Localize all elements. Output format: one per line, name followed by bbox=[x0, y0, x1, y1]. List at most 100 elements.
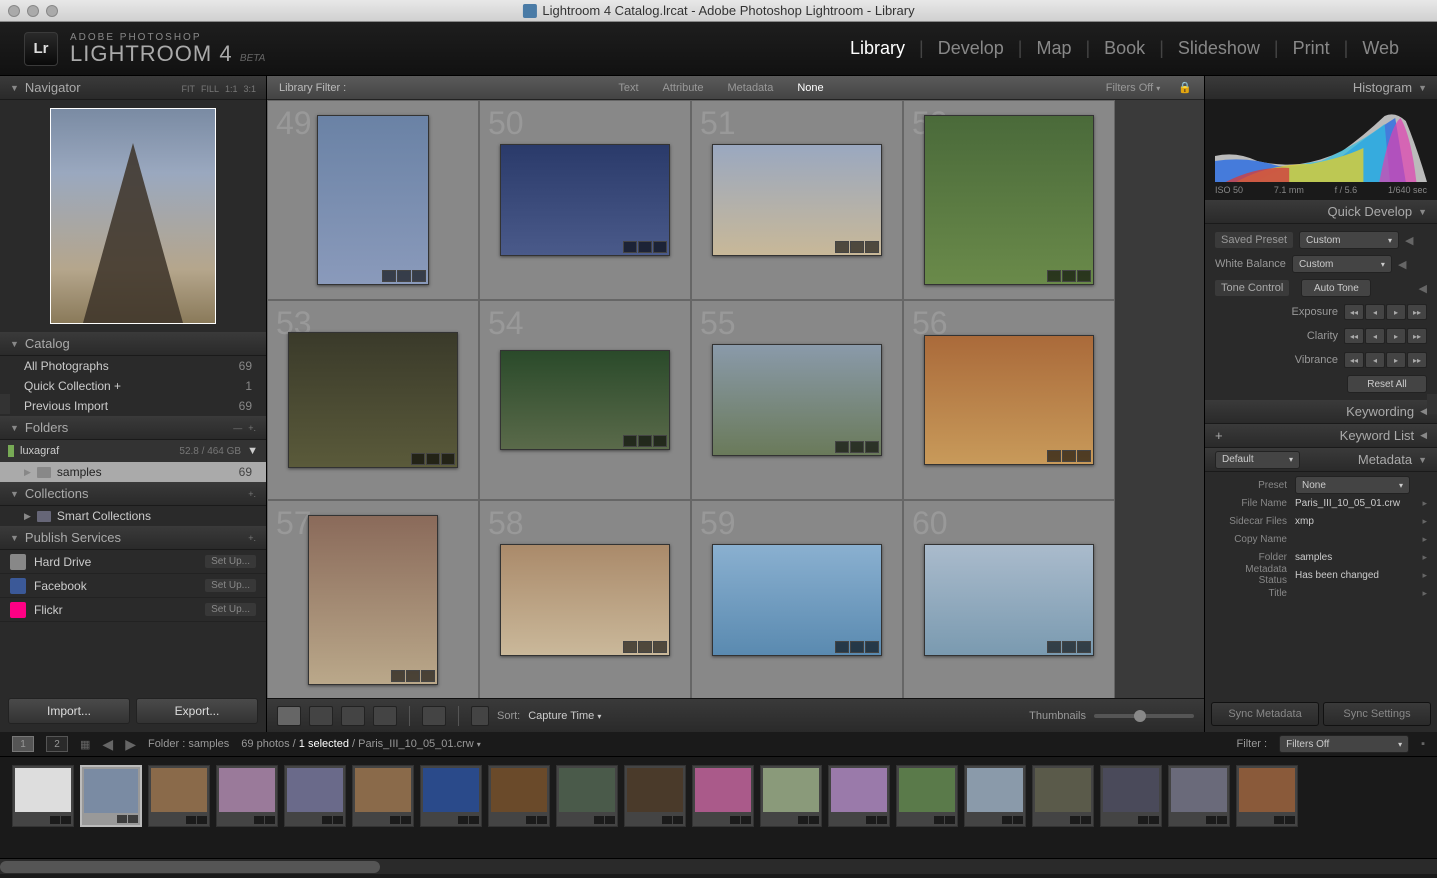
grid-cell[interactable]: 51 bbox=[691, 100, 903, 300]
thumb-badge-icon[interactable] bbox=[1077, 450, 1091, 462]
thumb-badge-icon[interactable] bbox=[1077, 641, 1091, 653]
thumb-badge-icon[interactable] bbox=[865, 441, 879, 453]
filmstrip-scrollbar[interactable] bbox=[0, 858, 1437, 874]
loupe-view-icon[interactable] bbox=[309, 706, 333, 726]
thumb-badge-icon[interactable] bbox=[835, 641, 849, 653]
thumb-badge-icon[interactable] bbox=[865, 641, 879, 653]
badge-icon[interactable] bbox=[1149, 816, 1159, 824]
next-arrow-icon[interactable]: ▶ bbox=[125, 736, 136, 753]
metadata-view-dropdown[interactable]: Default▾ bbox=[1215, 451, 1300, 469]
badge-icon[interactable] bbox=[934, 816, 944, 824]
thumb-badge-icon[interactable] bbox=[406, 670, 420, 682]
publish-service-item[interactable]: Hard DriveSet Up... bbox=[0, 550, 266, 574]
badge-icon[interactable] bbox=[798, 816, 808, 824]
folder-item[interactable]: ▶samples69 bbox=[0, 462, 266, 482]
thumb-badge-icon[interactable] bbox=[653, 641, 667, 653]
monitor-2-button[interactable]: 2 bbox=[46, 736, 68, 752]
grid-view-icon[interactable] bbox=[277, 706, 301, 726]
setup-button[interactable]: Set Up... bbox=[205, 603, 256, 616]
module-web[interactable]: Web bbox=[1348, 38, 1413, 59]
filmstrip-thumb[interactable] bbox=[284, 765, 346, 827]
reset-all-button[interactable]: Reset All bbox=[1347, 375, 1427, 393]
badge-icon[interactable] bbox=[61, 816, 71, 824]
goto-arrow-icon[interactable]: ▸ bbox=[1422, 570, 1427, 581]
grid-cell[interactable]: 52 bbox=[903, 100, 1115, 300]
filters-off-toggle[interactable]: Filters Off ▾ bbox=[1096, 82, 1171, 94]
navigator-preview[interactable] bbox=[0, 100, 266, 332]
metadata-value[interactable]: samples bbox=[1295, 552, 1422, 563]
folders-minus-icon[interactable]: — bbox=[233, 423, 242, 433]
sort-direction-icon[interactable] bbox=[471, 706, 489, 726]
thumb-badge-icon[interactable] bbox=[835, 241, 849, 253]
thumbnail-image[interactable] bbox=[924, 115, 1094, 285]
right-panel-toggle[interactable] bbox=[1427, 394, 1437, 414]
thumbnail-image[interactable] bbox=[500, 144, 670, 256]
badge-icon[interactable] bbox=[673, 816, 683, 824]
thumb-badge-icon[interactable] bbox=[382, 270, 396, 282]
thumb-badge-icon[interactable] bbox=[623, 435, 637, 447]
saved-preset-dropdown[interactable]: Custom▾ bbox=[1299, 231, 1399, 249]
module-book[interactable]: Book bbox=[1090, 38, 1159, 59]
close-icon[interactable] bbox=[8, 5, 20, 17]
grid-cell[interactable]: 50 bbox=[479, 100, 691, 300]
badge-icon[interactable] bbox=[254, 816, 264, 824]
publish-header[interactable]: ▼ Publish Services +. bbox=[0, 526, 266, 550]
badge-icon[interactable] bbox=[809, 816, 819, 824]
thumb-badge-icon[interactable] bbox=[1077, 270, 1091, 282]
badge-icon[interactable] bbox=[945, 816, 955, 824]
vibrance-steppers[interactable]: ◂◂◂▸▸▸ bbox=[1344, 352, 1427, 368]
goto-arrow-icon[interactable]: ▸ bbox=[1422, 534, 1427, 545]
thumb-badge-icon[interactable] bbox=[865, 241, 879, 253]
filter-tab-metadata[interactable]: Metadata bbox=[717, 82, 783, 94]
left-panel-toggle[interactable] bbox=[0, 394, 10, 414]
histogram-header[interactable]: Histogram ▼ bbox=[1205, 76, 1437, 100]
export-button[interactable]: Export... bbox=[136, 698, 258, 724]
goto-arrow-icon[interactable]: ▸ bbox=[1422, 588, 1427, 599]
grid-cell[interactable]: 60 bbox=[903, 500, 1115, 698]
filmstrip-thumb[interactable] bbox=[828, 765, 890, 827]
thumbnail-image[interactable] bbox=[712, 544, 882, 656]
badge-icon[interactable] bbox=[1285, 816, 1295, 824]
filmstrip-thumb[interactable] bbox=[12, 765, 74, 827]
collections-plus-icon[interactable]: +. bbox=[248, 489, 256, 499]
wb-dropdown[interactable]: Custom▾ bbox=[1292, 255, 1392, 273]
module-map[interactable]: Map bbox=[1022, 38, 1085, 59]
filter-dropdown[interactable]: Filters Off▾ bbox=[1279, 735, 1409, 753]
meta-preset-dropdown[interactable]: None▾ bbox=[1295, 476, 1410, 494]
module-develop[interactable]: Develop bbox=[924, 38, 1018, 59]
thumb-badge-icon[interactable] bbox=[638, 641, 652, 653]
setup-button[interactable]: Set Up... bbox=[205, 555, 256, 568]
filmstrip-thumb[interactable] bbox=[420, 765, 482, 827]
thumbnail-image[interactable] bbox=[308, 515, 438, 685]
painter-icon[interactable] bbox=[422, 706, 446, 726]
filter-tab-attribute[interactable]: Attribute bbox=[653, 82, 714, 94]
thumb-badge-icon[interactable] bbox=[623, 641, 637, 653]
plus-icon[interactable]: + bbox=[1215, 428, 1223, 443]
thumb-badge-icon[interactable] bbox=[653, 435, 667, 447]
compare-view-icon[interactable] bbox=[341, 706, 365, 726]
badge-icon[interactable] bbox=[1013, 816, 1023, 824]
goto-arrow-icon[interactable]: ▸ bbox=[1422, 516, 1427, 527]
minimize-icon[interactable] bbox=[27, 5, 39, 17]
setup-button[interactable]: Set Up... bbox=[205, 579, 256, 592]
publish-service-item[interactable]: FlickrSet Up... bbox=[0, 598, 266, 622]
histogram-graph[interactable] bbox=[1215, 106, 1427, 182]
sync-settings-button[interactable]: Sync Settings bbox=[1323, 702, 1431, 726]
thumb-badge-icon[interactable] bbox=[1047, 641, 1061, 653]
publish-plus-icon[interactable]: +. bbox=[248, 533, 256, 543]
thumbnail-image[interactable] bbox=[712, 344, 882, 456]
nav-mode-fill[interactable]: FILL bbox=[201, 84, 219, 94]
thumb-badge-icon[interactable] bbox=[412, 270, 426, 282]
prev-arrow-icon[interactable]: ◀ bbox=[102, 736, 113, 753]
metadata-value[interactable]: xmp bbox=[1295, 516, 1422, 527]
thumbnail-image[interactable] bbox=[500, 544, 670, 656]
badge-icon[interactable] bbox=[877, 816, 887, 824]
survey-view-icon[interactable] bbox=[373, 706, 397, 726]
thumb-badge-icon[interactable] bbox=[426, 453, 440, 465]
thumb-badge-icon[interactable] bbox=[421, 670, 435, 682]
filmstrip-thumb[interactable] bbox=[896, 765, 958, 827]
metadata-header[interactable]: Default▾ Metadata ▼ bbox=[1205, 448, 1437, 472]
badge-icon[interactable] bbox=[322, 816, 332, 824]
badge-icon[interactable] bbox=[866, 816, 876, 824]
filter-tab-none[interactable]: None bbox=[787, 82, 833, 94]
